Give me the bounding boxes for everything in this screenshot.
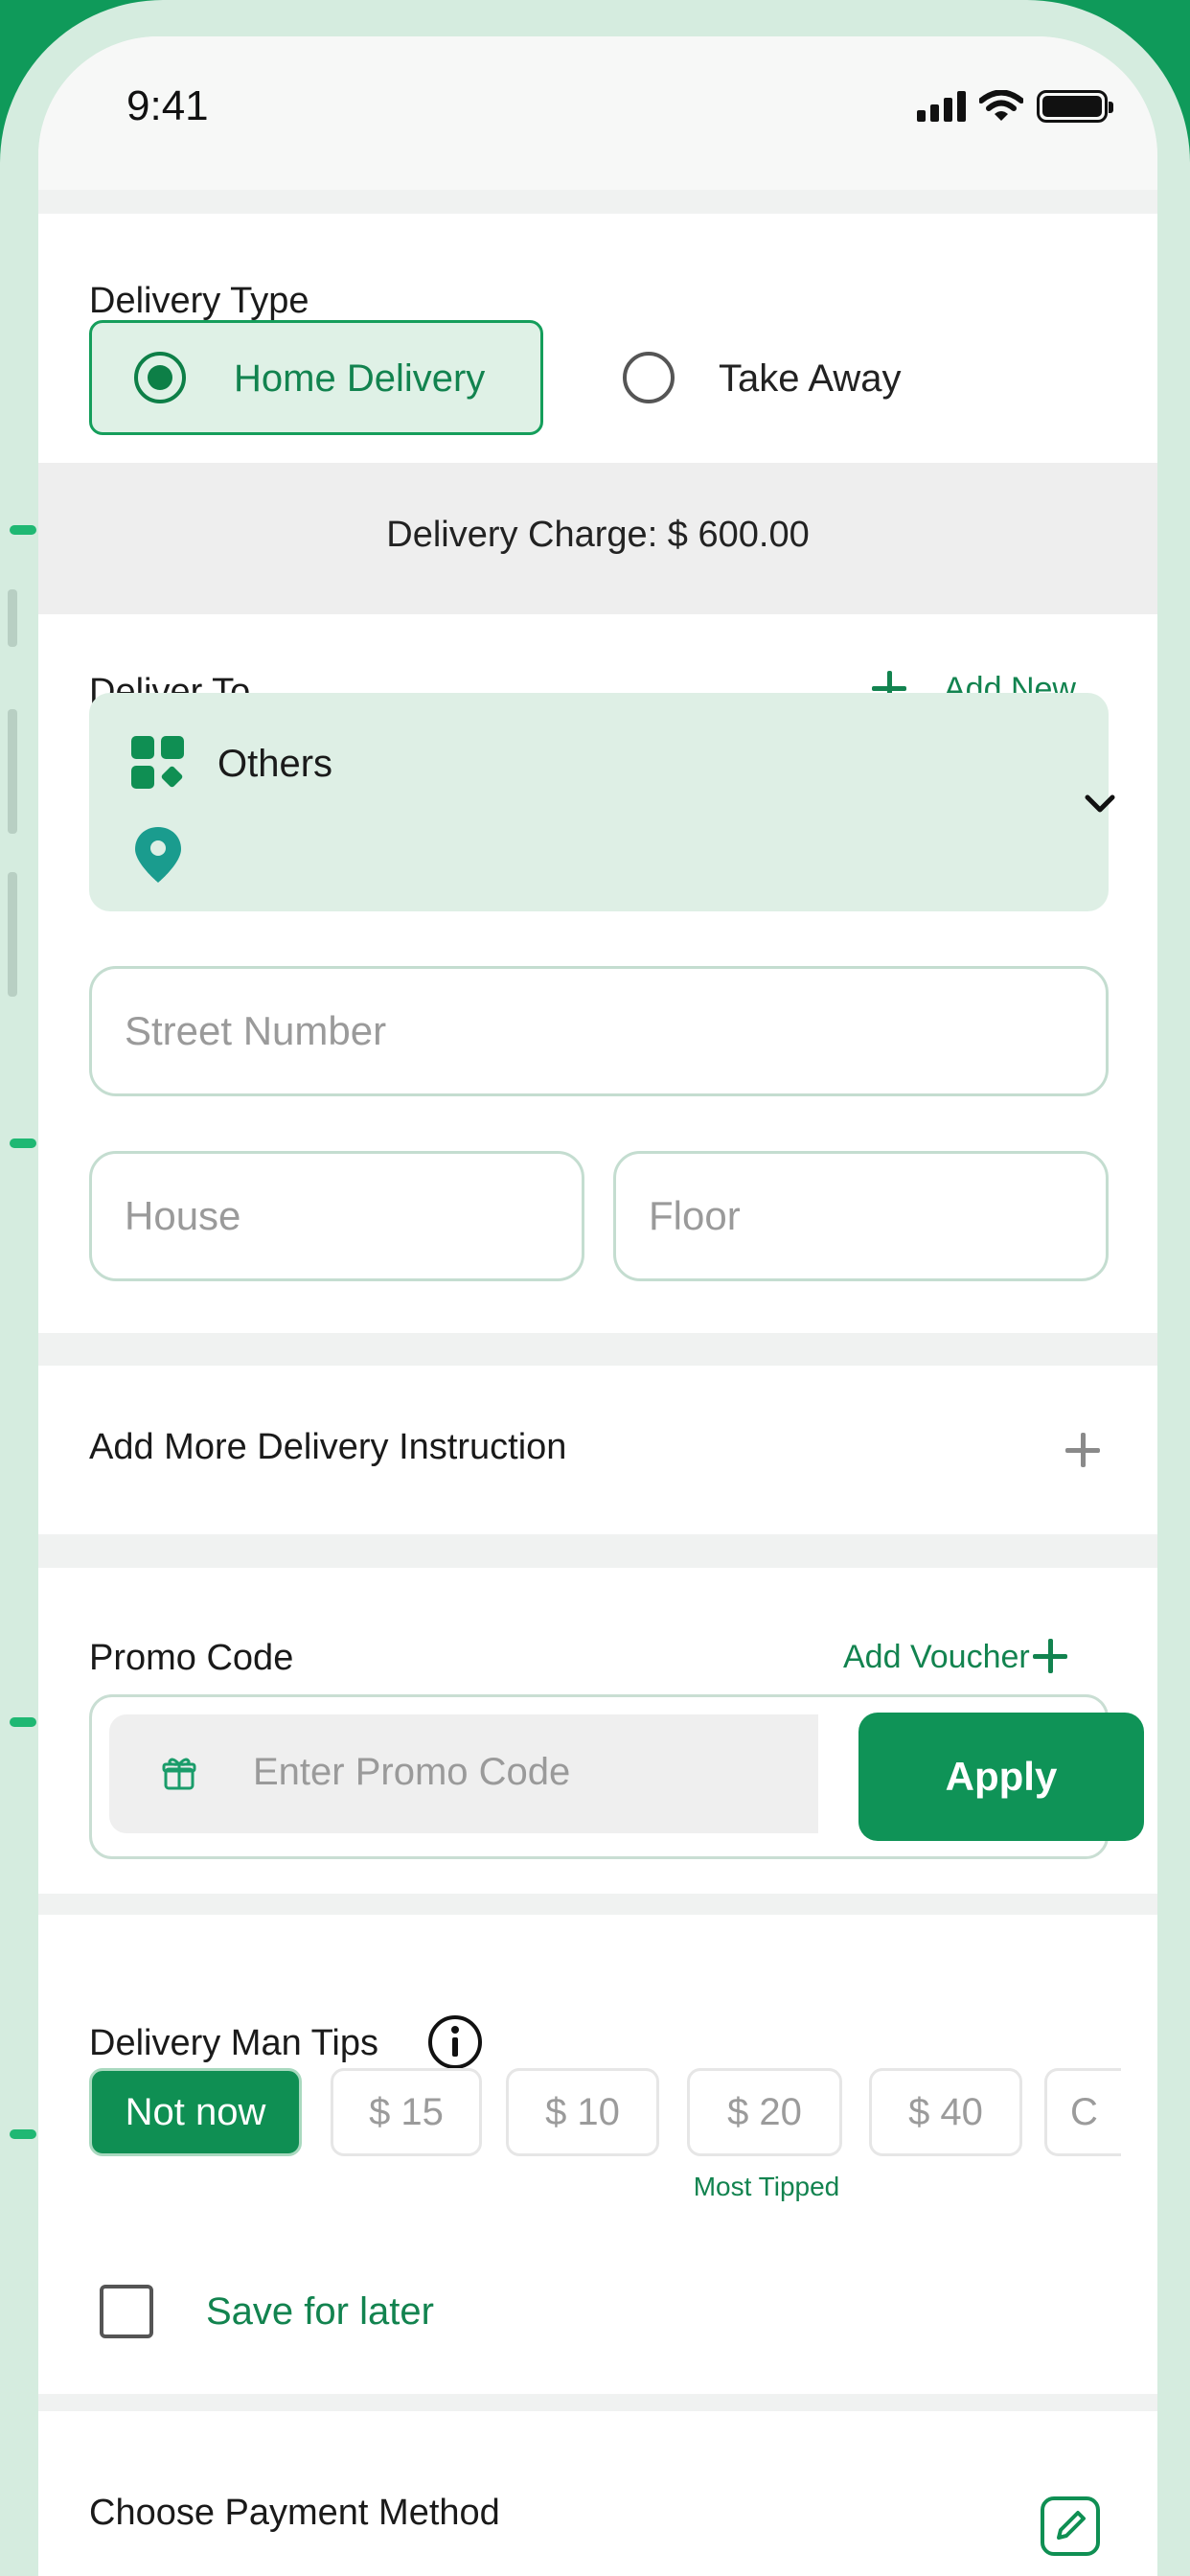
street-number-input[interactable]: Street Number: [89, 966, 1109, 1096]
status-bar: 9:41: [38, 36, 1157, 190]
gift-icon: [162, 1758, 196, 1790]
most-tipped-label: Most Tipped: [693, 2172, 840, 2201]
tips-title: Delivery Man Tips: [89, 2023, 378, 2063]
tip-chip[interactable]: Not now: [89, 2068, 302, 2156]
plus-icon: [1033, 1639, 1067, 1673]
location-pin-icon: [135, 827, 181, 883]
side-button: [8, 872, 17, 997]
home-delivery-option[interactable]: Home Delivery: [89, 320, 543, 435]
radio-selected-icon[interactable]: [134, 352, 186, 403]
info-icon[interactable]: [426, 2013, 484, 2071]
delivery-charge-bar: Delivery Charge: $ 600.00: [38, 463, 1157, 614]
save-for-later-checkbox[interactable]: [100, 2285, 153, 2338]
status-time: 9:41: [126, 82, 209, 129]
side-mark: [10, 1138, 36, 1148]
promo-code-box: Enter Promo Code Apply: [89, 1694, 1144, 1859]
home-delivery-label: Home Delivery: [234, 357, 486, 400]
side-mark: [10, 525, 36, 535]
category-icon: [131, 736, 184, 789]
street-number-placeholder: Street Number: [125, 1008, 387, 1053]
signal-icon: [917, 91, 966, 122]
status-icons: [917, 90, 1113, 123]
apply-button[interactable]: Apply: [858, 1713, 1144, 1841]
radio-unselected-icon[interactable]: [623, 352, 675, 403]
take-away-label: Take Away: [719, 357, 902, 400]
promo-title: Promo Code: [89, 1638, 294, 1678]
house-placeholder: House: [125, 1193, 241, 1238]
address-type-label: Others: [217, 743, 333, 785]
delivery-instruction-label: Add More Delivery Instruction: [89, 1427, 567, 1467]
save-for-later-label[interactable]: Save for later: [206, 2290, 434, 2334]
plus-icon[interactable]: [1065, 1433, 1100, 1467]
side-mark: [10, 1717, 36, 1727]
payment-section: Choose Payment Method: [38, 2411, 1157, 2576]
floor-input[interactable]: Floor: [613, 1151, 1109, 1281]
delivery-instruction-row[interactable]: Add More Delivery Instruction: [38, 1366, 1157, 1534]
promo-code-placeholder: Enter Promo Code: [253, 1751, 571, 1793]
tip-chip[interactable]: $ 40: [869, 2068, 1022, 2156]
tip-chip[interactable]: $ 10: [506, 2068, 659, 2156]
delivery-type-title: Delivery Type: [89, 281, 309, 321]
house-input[interactable]: House: [89, 1151, 584, 1281]
side-mark: [10, 2129, 36, 2139]
side-button: [8, 709, 17, 834]
address-type-dropdown[interactable]: Others: [89, 693, 1115, 911]
phone-screen: 9:41 Delivery Type Home Delivery Take Aw…: [38, 36, 1157, 2576]
side-button: [8, 589, 17, 647]
add-voucher-label: Add Voucher: [843, 1639, 1030, 1675]
wifi-icon: [979, 90, 1023, 121]
battery-icon: [1037, 90, 1113, 123]
tip-chip[interactable]: C: [1044, 2068, 1121, 2156]
delivery-charge-text: Delivery Charge: $ 600.00: [386, 515, 810, 555]
floor-placeholder: Floor: [649, 1193, 741, 1238]
tip-chip[interactable]: $ 20: [687, 2068, 842, 2156]
take-away-option[interactable]: Take Away: [623, 320, 1025, 435]
edit-icon[interactable]: [1040, 2496, 1101, 2557]
tip-chip[interactable]: $ 15: [331, 2068, 482, 2156]
chevron-down-icon[interactable]: [1084, 794, 1116, 815]
promo-code-input[interactable]: Enter Promo Code: [109, 1714, 818, 1833]
payment-title: Choose Payment Method: [89, 2493, 500, 2533]
add-voucher-button[interactable]: Add Voucher: [805, 1627, 1121, 1685]
